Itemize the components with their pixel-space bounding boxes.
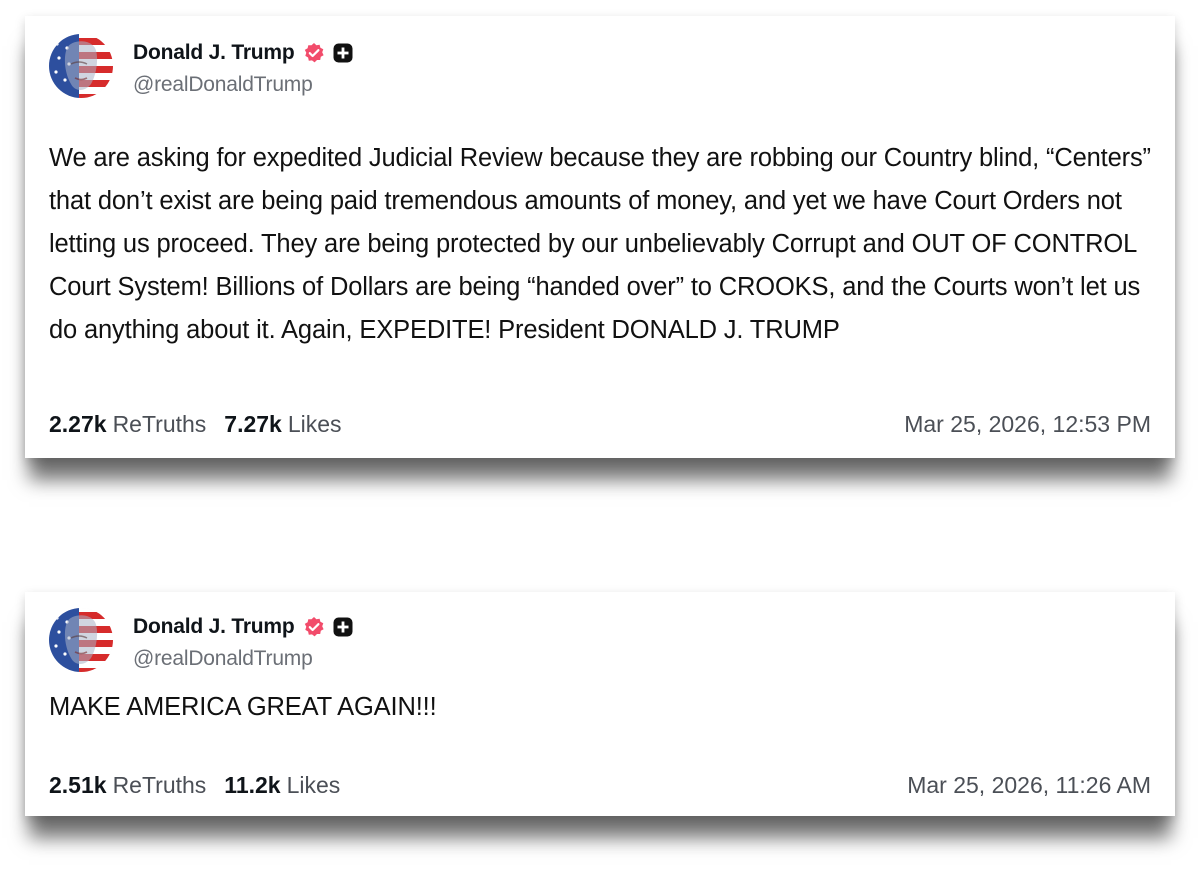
display-name[interactable]: Donald J. Trump xyxy=(133,41,295,65)
plus-badge-icon xyxy=(333,43,353,63)
display-name[interactable]: Donald J. Trump xyxy=(133,615,295,639)
retruths-count: 2.51k xyxy=(49,771,107,798)
retruths-stat[interactable]: 2.51k ReTruths xyxy=(49,772,206,799)
post-stats: 2.27k ReTruths 7.27k Likes xyxy=(49,411,360,438)
retruths-stat[interactable]: 2.27k ReTruths xyxy=(49,411,206,438)
verified-badge-icon xyxy=(303,616,325,638)
plus-badge-icon xyxy=(333,617,353,637)
post-timestamp[interactable]: Mar 25, 2026, 11:26 AM xyxy=(907,772,1151,799)
retruths-label: ReTruths xyxy=(112,410,207,437)
post-text: MAKE AMERICA GREAT AGAIN!!! xyxy=(49,693,437,721)
likes-label: Likes xyxy=(287,410,342,437)
avatar[interactable] xyxy=(49,608,113,672)
verified-badge-icon xyxy=(303,42,325,64)
post-card[interactable]: Donald J. Trump @realDonaldTrump xyxy=(25,16,1175,458)
likes-label: Likes xyxy=(286,771,341,798)
post-stats: 2.51k ReTruths 11.2k Likes xyxy=(49,772,358,799)
handle[interactable]: @realDonaldTrump xyxy=(133,73,353,97)
retruths-label: ReTruths xyxy=(112,771,207,798)
post-card[interactable]: Donald J. Trump @realDonaldTrump xyxy=(25,592,1175,816)
post-footer: 2.51k ReTruths 11.2k Likes Mar 25, 2026,… xyxy=(49,769,1151,801)
retruths-count: 2.27k xyxy=(49,410,107,437)
handle[interactable]: @realDonaldTrump xyxy=(133,647,353,671)
likes-stat[interactable]: 7.27k Likes xyxy=(224,411,341,438)
post-timestamp[interactable]: Mar 25, 2026, 12:53 PM xyxy=(904,411,1151,438)
avatar-flag-portrait-icon xyxy=(49,34,113,98)
likes-count: 11.2k xyxy=(224,771,281,798)
post-header: Donald J. Trump @realDonaldTrump xyxy=(49,34,353,100)
post-header: Donald J. Trump @realDonaldTrump xyxy=(49,608,353,674)
avatar[interactable] xyxy=(49,34,113,98)
post-text: We are asking for expedited Judicial Rev… xyxy=(49,144,1151,344)
likes-count: 7.27k xyxy=(224,410,282,437)
likes-stat[interactable]: 11.2k Likes xyxy=(224,772,340,799)
avatar-flag-portrait-icon xyxy=(49,608,113,672)
post-footer: 2.27k ReTruths 7.27k Likes Mar 25, 2026,… xyxy=(49,408,1151,440)
